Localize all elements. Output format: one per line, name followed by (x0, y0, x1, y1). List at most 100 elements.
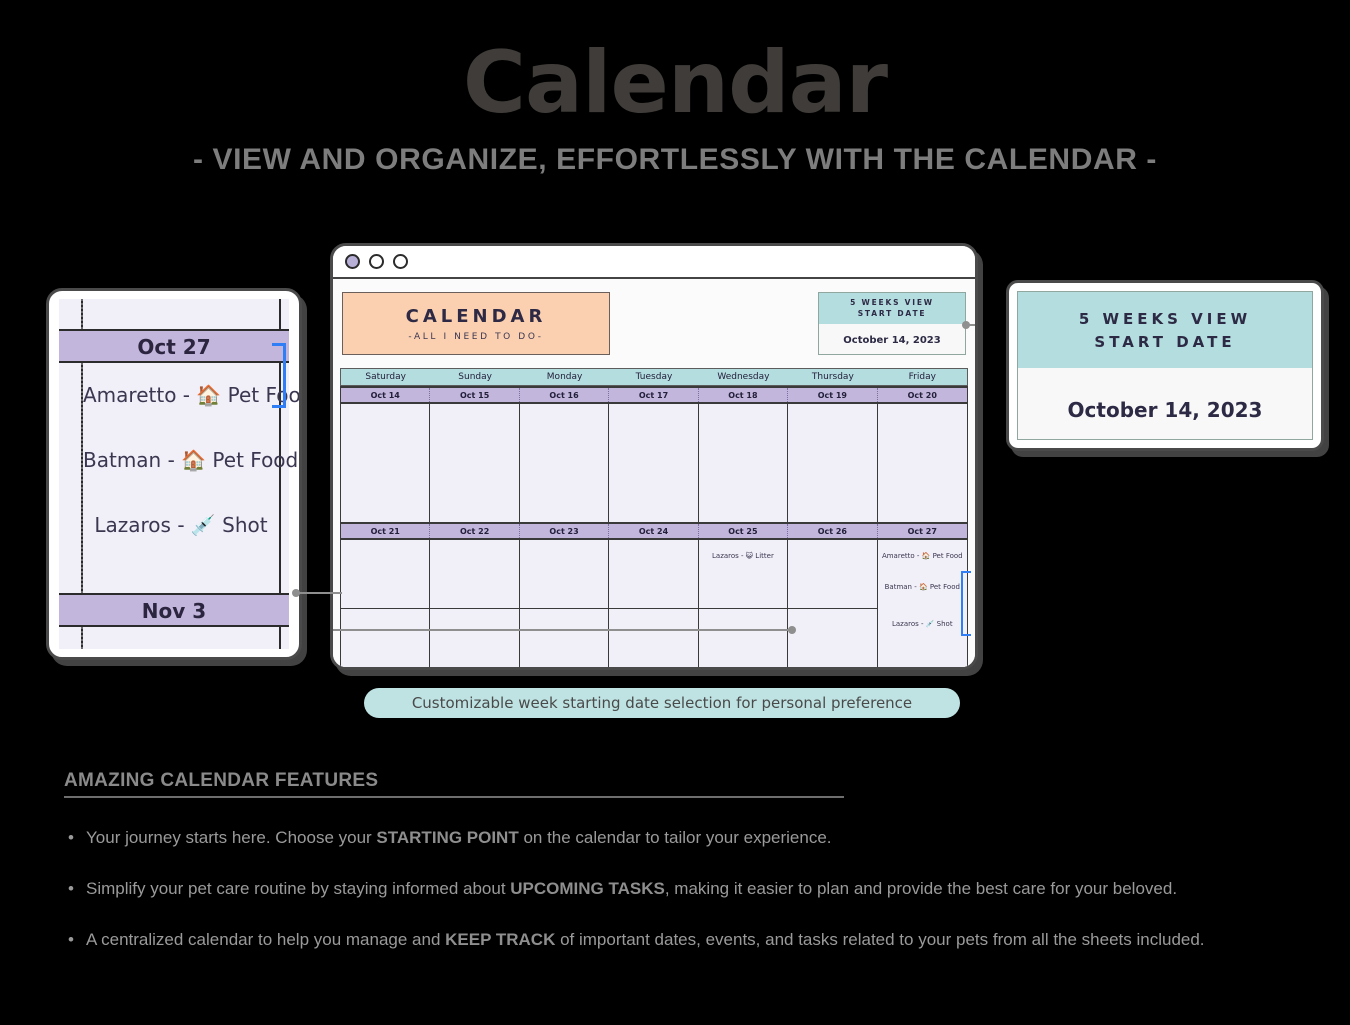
date-cell[interactable]: Oct 14 (341, 388, 431, 402)
day-cell[interactable] (698, 608, 789, 667)
callout-connector-grid (333, 626, 796, 634)
features-list: Your journey starts here. Choose your ST… (64, 820, 1289, 957)
date-cell[interactable]: Oct 19 (788, 388, 878, 402)
start-date-callout-panel: 5 WEEKS VIEW START DATE October 14, 2023 (1006, 280, 1324, 451)
start-date-heading-line2: START DATE (857, 308, 927, 318)
day-band-nov3: Nov 3 (59, 593, 289, 627)
day-cell[interactable] (341, 540, 431, 608)
minimize-dot-icon[interactable] (369, 254, 384, 269)
start-date-callout-line2: START DATE (1094, 332, 1236, 351)
callout-connector-left (292, 589, 342, 597)
start-date-callout-heading: 5 WEEKS VIEW START DATE (1018, 292, 1312, 368)
date-cell[interactable]: Oct 23 (520, 524, 610, 538)
day-cell[interactable]: Lazaros - 💉 Shot (878, 608, 967, 667)
feature-text-post: , making it easier to plan and provide t… (664, 879, 1178, 898)
date-row-week3: Oct 28 Oct 29 Oct 30 Oct 31 Nov 1 Nov 2 … (340, 668, 968, 670)
date-cell[interactable]: Oct 27 (878, 524, 967, 538)
day-detail-inner: Oct 27 Amaretto - 🏠 Pet Food Batman - 🏠 … (59, 299, 299, 649)
date-cell[interactable]: Oct 18 (699, 388, 789, 402)
day-cell[interactable] (609, 540, 699, 608)
feature-text-strong: UPCOMING TASKS (510, 879, 665, 898)
day-cell[interactable] (699, 404, 789, 522)
day-cell[interactable] (788, 404, 878, 522)
date-cell[interactable]: Oct 20 (878, 388, 967, 402)
calendar-banner: CALENDAR -ALL I NEED TO DO- (342, 292, 610, 355)
date-cell[interactable]: Oct 25 (699, 524, 789, 538)
date-cell[interactable]: Oct 16 (520, 388, 610, 402)
list-item[interactable]: Batman - 🏠 Pet Food (881, 583, 964, 591)
poster-canvas: Calendar - VIEW AND ORGANIZE, EFFORTLESS… (0, 0, 1350, 1025)
window-body: CALENDAR -ALL I NEED TO DO- 5 WEEKS VIEW… (333, 279, 975, 667)
feature-text-pre: A centralized calendar to help you manag… (86, 930, 446, 949)
features-title: AMAZING CALENDAR FEATURES (64, 770, 844, 798)
day-cell[interactable] (341, 608, 431, 667)
selection-bracket-oct27 (961, 571, 971, 636)
feature-caption-pill: Customizable week starting date selectio… (364, 688, 960, 718)
calendar-app-window: CALENDAR -ALL I NEED TO DO- 5 WEEKS VIEW… (330, 243, 978, 670)
date-cell[interactable]: Oct 26 (788, 524, 878, 538)
features-section: AMAZING CALENDAR FEATURES Your journey s… (64, 770, 1289, 973)
feature-text-strong: KEEP TRACK (445, 930, 556, 949)
weekday-header-cell: Monday (546, 372, 583, 382)
selection-bracket-left (272, 343, 286, 408)
list-item: Simplify your pet care routine by stayin… (64, 871, 1289, 906)
date-cell[interactable]: Oct 22 (430, 524, 520, 538)
weekday-header-row: Saturday Sunday Monday Tuesday Wednesday… (340, 368, 968, 386)
list-item: A centralized calendar to help you manag… (64, 922, 1289, 957)
maximize-dot-icon[interactable] (393, 254, 408, 269)
day-cell[interactable]: Lazaros - 😺 Litter (699, 540, 789, 608)
page-subtitle: - VIEW AND ORGANIZE, EFFORTLESSLY WITH T… (192, 143, 1158, 176)
date-cell[interactable]: Oct 15 (430, 388, 520, 402)
feature-text-pre: Your journey starts here. Choose your (86, 828, 377, 847)
day-cell[interactable] (430, 540, 520, 608)
week-body-week1 (340, 404, 968, 522)
page-title: Calendar (462, 33, 888, 133)
banner-subtitle: -ALL I NEED TO DO- (408, 331, 544, 342)
start-date-card[interactable]: 5 WEEKS VIEW START DATE October 14, 2023 (818, 292, 975, 355)
feature-text-strong: STARTING POINT (376, 828, 519, 847)
weekday-header-cell: Sunday (458, 372, 492, 382)
day-cell[interactable] (609, 608, 699, 667)
day-cell[interactable] (430, 404, 520, 522)
list-item: Your journey starts here. Choose your ST… (64, 820, 1289, 855)
day-cell[interactable] (341, 404, 431, 522)
weekday-header-cell: Tuesday (635, 372, 673, 382)
list-item[interactable]: Lazaros - 💉 Shot (83, 513, 279, 537)
start-date-value[interactable]: October 14, 2023 (819, 324, 965, 346)
callout-connector-start-date (962, 321, 975, 329)
day-cell[interactable] (878, 404, 967, 522)
calendar-grid: Saturday Sunday Monday Tuesday Wednesday… (340, 368, 968, 667)
day-cell[interactable] (788, 540, 878, 608)
list-item[interactable]: Lazaros - 💉 Shot (881, 620, 964, 628)
feature-text-pre: Simplify your pet care routine by stayin… (86, 879, 511, 898)
date-cell[interactable]: Oct 17 (609, 388, 699, 402)
day-cell[interactable] (430, 608, 520, 667)
day-cell[interactable] (519, 608, 610, 667)
start-date-callout-line1: 5 WEEKS VIEW (1078, 310, 1252, 328)
weekday-header-cell: Wednesday (717, 372, 770, 382)
date-row-week2: Oct 21 Oct 22 Oct 23 Oct 24 Oct 25 Oct 2… (340, 522, 968, 540)
start-date-heading-line1: 5 WEEKS VIEW (850, 298, 934, 307)
day-band-oct27: Oct 27 (59, 329, 289, 363)
window-titlebar (333, 246, 975, 279)
list-item[interactable]: Amaretto - 🏠 Pet Food (881, 552, 964, 560)
weekday-header-cell: Thursday (811, 372, 854, 382)
date-cell[interactable]: Oct 21 (341, 524, 431, 538)
day-cell[interactable] (520, 540, 610, 608)
day-cell[interactable] (788, 608, 878, 667)
day-cell[interactable] (520, 404, 610, 522)
list-item[interactable]: Amaretto - 🏠 Pet Food (83, 383, 299, 407)
start-date-callout-inner: 5 WEEKS VIEW START DATE October 14, 2023 (1017, 291, 1313, 440)
list-item[interactable]: Batman - 🏠 Pet Food (83, 448, 298, 472)
list-item[interactable]: Lazaros - 😺 Litter (702, 552, 784, 560)
weekday-header-cell: Saturday (365, 372, 406, 382)
weekday-header-cell: Friday (908, 372, 936, 382)
day-event-list: Amaretto - 🏠 Pet Food Batman - 🏠 Pet Foo… (83, 365, 299, 591)
feature-text-post: on the calendar to tailor your experienc… (518, 828, 832, 847)
day-cell[interactable]: Amaretto - 🏠 Pet Food Batman - 🏠 Pet Foo… (878, 540, 967, 608)
start-date-callout-value[interactable]: October 14, 2023 (1018, 368, 1312, 422)
day-cell[interactable] (609, 404, 699, 522)
day-detail-panel: Oct 27 Amaretto - 🏠 Pet Food Batman - 🏠 … (46, 288, 302, 660)
close-dot-icon[interactable] (345, 254, 360, 269)
date-cell[interactable]: Oct 24 (609, 524, 699, 538)
